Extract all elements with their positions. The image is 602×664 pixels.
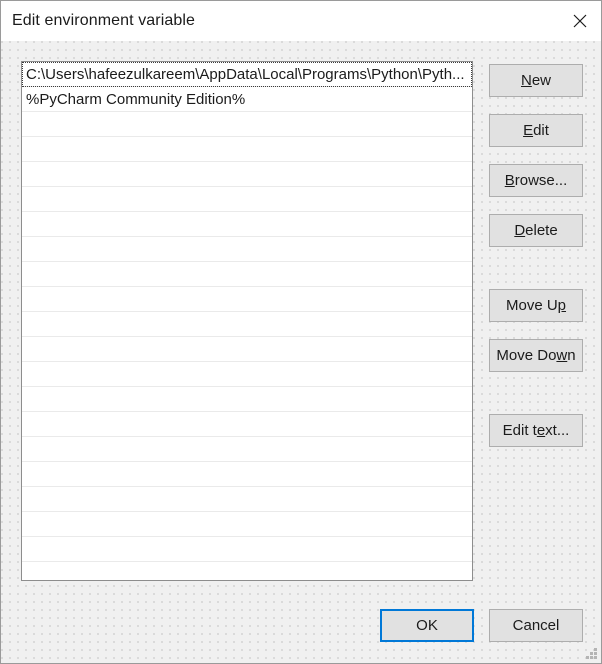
- window-title: Edit environment variable: [12, 12, 196, 29]
- browse-button[interactable]: Browse...: [489, 164, 583, 197]
- list-item-label: %PyCharm Community Edition%: [26, 90, 246, 108]
- title-bar: Edit environment variable: [1, 1, 601, 41]
- close-icon: [573, 14, 587, 28]
- resize-grip-icon[interactable]: [585, 647, 598, 660]
- edit-environment-variable-dialog: Edit environment variable C:\Users\hafee…: [0, 0, 602, 664]
- browse-button-accelerator: B: [504, 172, 515, 189]
- edit-button-accelerator: E: [523, 122, 534, 139]
- edit-text-button-label-pre: Edit t: [502, 422, 537, 439]
- edit-text-button-label-post: xt...: [545, 422, 570, 439]
- list-item[interactable]: %PyCharm Community Edition%: [22, 87, 472, 112]
- list-item[interactable]: [22, 562, 472, 580]
- edit-button[interactable]: Edit: [489, 114, 583, 147]
- close-button[interactable]: [557, 1, 601, 40]
- list-item[interactable]: [22, 212, 472, 237]
- ok-button[interactable]: OK: [380, 609, 474, 642]
- list-item[interactable]: [22, 437, 472, 462]
- list-item[interactable]: [22, 162, 472, 187]
- list-item[interactable]: [22, 387, 472, 412]
- environment-values-list[interactable]: C:\Users\hafeezulkareem\AppData\Local\Pr…: [21, 61, 473, 581]
- list-item[interactable]: [22, 487, 472, 512]
- browse-button-label-post: rowse...: [514, 172, 568, 189]
- edit-button-label-post: dit: [533, 122, 549, 139]
- list-item[interactable]: [22, 362, 472, 387]
- list-item[interactable]: [22, 512, 472, 537]
- new-button-label-post: ew: [531, 72, 552, 89]
- list-item-label: C:\Users\hafeezulkareem\AppData\Local\Pr…: [26, 65, 465, 83]
- move-up-button-label-pre: Move U: [505, 297, 558, 314]
- move-down-button[interactable]: Move Down: [489, 339, 583, 372]
- list-item[interactable]: [22, 412, 472, 437]
- list-rows-container: C:\Users\hafeezulkareem\AppData\Local\Pr…: [22, 62, 472, 580]
- list-item[interactable]: [22, 287, 472, 312]
- list-item[interactable]: [22, 187, 472, 212]
- delete-button-label-post: elete: [525, 222, 558, 239]
- list-item[interactable]: [22, 537, 472, 562]
- new-button-accelerator: N: [520, 72, 532, 89]
- list-item[interactable]: [22, 312, 472, 337]
- move-up-button[interactable]: Move Up: [489, 289, 583, 322]
- new-button[interactable]: New: [489, 64, 583, 97]
- move-up-button-accelerator: p: [557, 297, 567, 314]
- list-item[interactable]: [22, 237, 472, 262]
- list-item[interactable]: [22, 112, 472, 137]
- list-item[interactable]: [22, 337, 472, 362]
- edit-text-button-accelerator: e: [536, 422, 546, 439]
- delete-button[interactable]: Delete: [489, 214, 583, 247]
- move-down-button-accelerator: w: [556, 347, 568, 364]
- cancel-button[interactable]: Cancel: [489, 609, 583, 642]
- move-down-button-label-post: n: [567, 347, 576, 364]
- list-item[interactable]: C:\Users\hafeezulkareem\AppData\Local\Pr…: [22, 62, 472, 87]
- list-item[interactable]: [22, 137, 472, 162]
- delete-button-accelerator: D: [514, 222, 526, 239]
- list-item[interactable]: [22, 462, 472, 487]
- move-down-button-label-pre: Move Do: [496, 347, 557, 364]
- list-item[interactable]: [22, 262, 472, 287]
- edit-text-button[interactable]: Edit text...: [489, 414, 583, 447]
